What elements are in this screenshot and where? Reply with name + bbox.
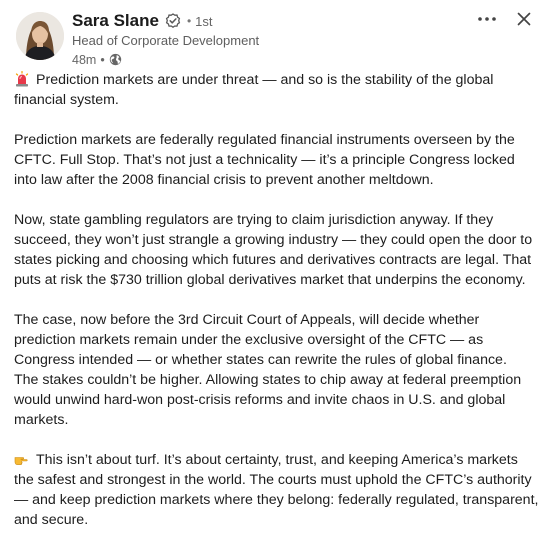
pointing-hand-icon bbox=[14, 451, 30, 467]
author-meta: Sara Slane • 1st Head of Corporate Devel… bbox=[72, 10, 472, 68]
post-time-row: 48m • bbox=[72, 51, 472, 68]
post-time: 48m bbox=[72, 52, 97, 67]
paragraph-3: Now, state gambling regulators are tryin… bbox=[14, 212, 533, 288]
post-header: Sara Slane • 1st Head of Corporate Devel… bbox=[14, 8, 539, 70]
close-icon bbox=[517, 12, 531, 26]
feed-post: Sara Slane • 1st Head of Corporate Devel… bbox=[0, 0, 549, 548]
avatar[interactable] bbox=[16, 12, 64, 60]
verified-badge-icon bbox=[165, 13, 181, 29]
paragraph-6-text: This isn’t about turf. It’s about certai… bbox=[14, 452, 539, 528]
separator-dot: • bbox=[100, 52, 105, 67]
separator-dot: • bbox=[186, 14, 192, 28]
post-body: Prediction markets are under threat — an… bbox=[14, 70, 540, 530]
connection-degree: 1st bbox=[195, 13, 213, 29]
author-headline: Head of Corporate Development bbox=[72, 33, 260, 48]
close-button[interactable] bbox=[513, 8, 535, 30]
globe-icon bbox=[109, 53, 122, 66]
paragraph-6: This isn’t about turf. It’s about certai… bbox=[14, 450, 540, 530]
paragraph-2: Prediction markets are federally regulat… bbox=[14, 132, 515, 188]
paragraph-4: The case, now before the 3rd Circuit Cou… bbox=[14, 312, 507, 368]
paragraph-1-text: Prediction markets are under threat — an… bbox=[14, 72, 494, 108]
paragraph-5: The stakes couldn’t be higher. Allowing … bbox=[14, 372, 522, 428]
ellipsis-icon bbox=[478, 17, 496, 21]
author-name[interactable]: Sara Slane bbox=[72, 11, 159, 31]
paragraph-1: Prediction markets are under threat — an… bbox=[14, 70, 540, 110]
rotating-light-icon bbox=[14, 70, 30, 87]
avatar-photo bbox=[16, 12, 64, 60]
more-options-button[interactable] bbox=[475, 8, 499, 30]
name-row: Sara Slane • 1st bbox=[72, 10, 472, 32]
